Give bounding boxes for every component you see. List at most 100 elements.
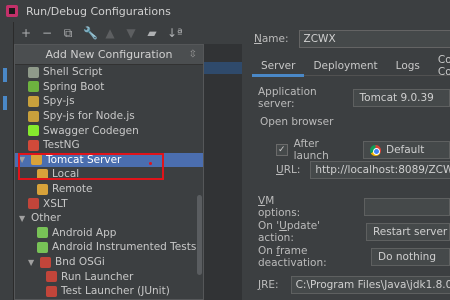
tree-item-label: Spy-js for Node.js	[43, 110, 135, 123]
url-field[interactable]: http://localhost:8089/ZCWX/inde	[310, 161, 450, 179]
tree-item-swagger-codegen[interactable]: Swagger Codegen	[15, 123, 203, 138]
window-title: Run/Debug Configurations	[26, 4, 171, 18]
expand-arrow-icon[interactable]: ▼	[28, 258, 38, 267]
tree-item-label: Other	[31, 212, 61, 225]
tree-item-tomcat-server[interactable]: ▼ Tomcat Server	[15, 152, 203, 168]
frame-deactivation-label: On frame deactivation:	[258, 245, 327, 269]
shell-script-icon	[28, 66, 39, 78]
xslt-icon	[28, 198, 39, 210]
tab-server[interactable]: Server	[252, 56, 305, 77]
add-configuration-popup: Add New Configuration ⇳ Shell Script Spri…	[14, 44, 204, 300]
tree-item-testng[interactable]: TestNG	[15, 138, 203, 153]
folder-icon[interactable]: ▰	[146, 27, 158, 39]
wrench-icon[interactable]: 🔧	[83, 27, 98, 39]
tree-item-shell-script[interactable]: Shell Script	[15, 65, 203, 80]
tree-item-label: Tomcat Server	[46, 153, 122, 166]
after-launch-label: After launch	[293, 138, 329, 162]
testng-icon	[28, 139, 39, 151]
test-launcher-icon	[46, 285, 57, 297]
open-browser-label: Open browser	[260, 116, 334, 128]
tree-item-spy-js-for-node-js[interactable]: Spy-js for Node.js	[15, 109, 203, 124]
tree-item-label: Android Instrumented Tests	[52, 241, 197, 254]
tree-item-spy-js[interactable]: Spy-js	[15, 94, 203, 109]
chrome-icon	[369, 144, 381, 156]
tree-item-android-instrumented-tests[interactable]: Android Instrumented Tests	[15, 240, 203, 255]
spy-js-node-icon	[28, 110, 39, 122]
pin-icon[interactable]: ⇳	[189, 49, 197, 60]
popup-header: Add New Configuration ⇳	[15, 45, 203, 65]
tree-item-label: Android App	[52, 226, 117, 239]
swagger-icon	[28, 125, 39, 137]
tree-item-bnd-osgi[interactable]: ▼ Bnd OSGi	[15, 255, 203, 270]
tree-item-other[interactable]: ▼ Other	[15, 211, 203, 226]
tree-item-test-launcher-junit[interactable]: Test Launcher (JUnit)	[15, 284, 203, 299]
android-tests-icon	[37, 241, 48, 253]
tree-item-label: Spy-js	[43, 95, 75, 108]
frame-deactivation-select[interactable]: Do nothing	[371, 248, 450, 266]
move-down-icon[interactable]: ▼	[125, 27, 137, 39]
app-server-select[interactable]: Tomcat 9.0.39	[352, 89, 450, 107]
app-server-label: Application server:	[258, 86, 317, 110]
tree-item-label: XSLT	[43, 197, 68, 210]
add-icon[interactable]: +	[20, 27, 32, 39]
browser-value: Default	[385, 144, 425, 156]
sort-icon[interactable]: ↓ª	[167, 27, 183, 39]
name-label: Name:	[254, 33, 289, 45]
strip-marker	[3, 68, 7, 82]
config-tabs: Server Deployment Logs Code Co	[252, 54, 450, 78]
tomcat-local-icon	[37, 168, 48, 180]
config-tree-background	[204, 44, 242, 300]
tab-logs[interactable]: Logs	[387, 56, 429, 76]
popup-scrollbar[interactable]	[197, 195, 202, 275]
remove-icon[interactable]: −	[41, 27, 53, 39]
copy-icon[interactable]: ⧉	[62, 27, 74, 39]
bnd-osgi-icon	[40, 256, 51, 268]
tomcat-icon	[31, 154, 42, 166]
browser-select[interactable]: Default	[362, 141, 450, 159]
move-up-icon[interactable]: ▲	[104, 27, 116, 39]
tree-item-local[interactable]: Local	[15, 167, 203, 182]
vm-options-label: VM options:	[258, 195, 301, 219]
jre-label: JRE:	[258, 279, 279, 291]
config-toolbar: + − ⧉ 🔧 ▲ ▼ ▰ ↓ª	[14, 22, 242, 44]
update-action-select[interactable]: Restart server	[365, 223, 450, 241]
tab-deployment[interactable]: Deployment	[304, 56, 386, 76]
tree-item-xslt[interactable]: XSLT	[15, 196, 203, 211]
tree-item-label: TestNG	[43, 139, 80, 152]
left-edge-strip	[0, 22, 14, 300]
tree-item-label: Run Launcher	[61, 270, 134, 283]
url-label: URL:	[276, 164, 301, 176]
spy-js-icon	[28, 95, 39, 107]
tree-item-run-launcher[interactable]: Run Launcher	[15, 269, 203, 284]
config-tree-selection	[204, 62, 242, 74]
expand-arrow-icon[interactable]: ▼	[19, 155, 29, 164]
tab-code-coverage[interactable]: Code Co	[429, 54, 450, 78]
configuration-type-tree: Shell Script Spring Boot Spy-js Spy-js for …	[15, 65, 203, 299]
tree-item-label: Bnd OSGi	[55, 256, 105, 269]
tree-item-label: Local	[52, 168, 80, 181]
expand-arrow-icon[interactable]: ▼	[19, 214, 29, 223]
red-annotation-dot	[149, 162, 152, 165]
spring-boot-icon	[28, 81, 39, 93]
title-bar: Run/Debug Configurations	[0, 0, 450, 22]
tree-item-label: Shell Script	[43, 66, 103, 79]
intellij-app-icon	[6, 5, 18, 17]
tree-item-label: Remote	[52, 183, 93, 196]
strip-marker	[3, 96, 7, 110]
tree-item-label: Test Launcher (JUnit)	[61, 285, 170, 298]
tomcat-remote-icon	[37, 183, 48, 195]
tree-item-remote[interactable]: Remote	[15, 182, 203, 197]
update-action-label: On 'Update' action:	[258, 220, 321, 244]
tree-item-android-app[interactable]: Android App	[15, 226, 203, 241]
jre-field[interactable]: C:\Program Files\Java\jdk1.8.0_181	[290, 276, 450, 294]
tree-item-label: Swagger Codegen	[43, 124, 139, 137]
after-launch-checkbox[interactable]: ✓	[276, 144, 288, 156]
name-field[interactable]: ZCWX	[298, 30, 450, 48]
configuration-editor: Name: ZCWX Server Deployment Logs Code C…	[242, 22, 450, 300]
android-app-icon	[37, 227, 48, 239]
vm-options-field[interactable]	[364, 198, 450, 216]
tree-item-label: Spring Boot	[43, 80, 105, 93]
tree-item-spring-boot[interactable]: Spring Boot	[15, 80, 203, 95]
popup-title: Add New Configuration	[45, 48, 173, 61]
run-launcher-icon	[46, 271, 57, 283]
